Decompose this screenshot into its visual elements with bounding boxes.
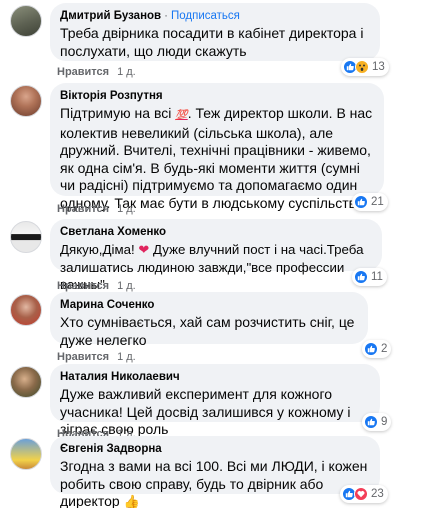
comment-text: Хто сумнівається, хай сам розчистить сні…: [60, 314, 355, 348]
separator-dot: ·: [164, 10, 168, 22]
like-icon: [354, 270, 368, 284]
comment-bubble: Светлана Хоменко Дякую,Діма! ❤ Дуже влуч…: [50, 219, 382, 292]
comment-bubble: Марина Соченко Хто сумнівається, хай сам…: [50, 292, 368, 348]
like-icon: [364, 415, 378, 429]
comment-text: Дякую,Діма!: [60, 242, 139, 257]
reactions-summary[interactable]: 21: [352, 193, 388, 211]
comment-author[interactable]: Євгенія Задворна: [60, 442, 370, 457]
like-link[interactable]: Нравится: [57, 351, 109, 363]
comment-time[interactable]: 1 д.: [117, 351, 136, 363]
avatar[interactable]: [10, 366, 42, 398]
like-icon: [364, 342, 378, 356]
reaction-count: 9: [381, 416, 388, 428]
comment-text: Треба двірника посадити в кабінет директ…: [60, 25, 364, 59]
avatar[interactable]: [10, 221, 42, 253]
like-icon: [354, 195, 368, 209]
hundred-emoji-icon: 💯: [175, 110, 188, 121]
comment-author[interactable]: Марина Соченко: [60, 298, 358, 313]
comment-actions: Нравится 1 д.: [57, 351, 136, 363]
avatar[interactable]: [10, 294, 42, 326]
reaction-count: 11: [371, 271, 383, 283]
reaction-count: 2: [381, 343, 388, 355]
avatar[interactable]: [10, 5, 42, 37]
avatar[interactable]: [10, 438, 42, 470]
comment-time[interactable]: 1 д.: [117, 66, 136, 78]
comment-bubble: Наталия Николаевич Дуже важливий експери…: [50, 364, 380, 437]
comment-time[interactable]: 1 д.: [117, 203, 136, 215]
avatar[interactable]: [10, 85, 42, 117]
reaction-count: 13: [372, 61, 385, 73]
like-link[interactable]: Нравится: [57, 66, 109, 78]
reactions-summary[interactable]: 13: [341, 58, 389, 76]
comment-text: Підтримую на всі: [60, 105, 176, 121]
wow-icon: [355, 60, 369, 74]
like-link[interactable]: Нравится: [57, 203, 109, 215]
reactions-summary[interactable]: 11: [352, 268, 387, 286]
comment-actions: Нравится 1 д.: [57, 203, 136, 215]
comment-author[interactable]: Наталия Николаевич: [60, 370, 370, 385]
comment-actions: Нравится 1 д.: [57, 280, 136, 292]
comment-actions: Нравится 1 д.: [57, 66, 136, 78]
comment-bubble: Вікторія Розпутня Підтримую на всі 💯. Те…: [50, 83, 384, 211]
comment-author[interactable]: Дмитрий Бузанов: [60, 10, 161, 22]
reactions-summary[interactable]: 9: [362, 413, 392, 431]
comment-time[interactable]: 1 д.: [117, 280, 136, 292]
like-link[interactable]: Нравится: [57, 280, 109, 292]
comment-bubble: Євгенія Задворна Згодна з вами на всі 10…: [50, 436, 380, 508]
subscribe-link[interactable]: Подписаться: [171, 10, 240, 22]
heart-emoji-icon: ❤: [138, 242, 150, 257]
comment-bubble: Дмитрий Бузанов · Подписаться Треба двірни…: [50, 3, 380, 61]
reaction-count: 21: [371, 196, 384, 208]
comment-text: Згодна з вами на всі 100. Всі ми ЛЮДИ, і…: [60, 458, 368, 508]
comment-author[interactable]: Светлана Хоменко: [60, 225, 372, 240]
thumbs-up-emoji-icon: 👍: [123, 494, 140, 508]
reaction-count: 23: [371, 488, 384, 500]
love-icon: [354, 487, 368, 501]
reactions-summary[interactable]: 2: [362, 340, 392, 358]
reactions-summary[interactable]: 23: [340, 485, 388, 503]
comment-author[interactable]: Вікторія Розпутня: [60, 89, 374, 104]
